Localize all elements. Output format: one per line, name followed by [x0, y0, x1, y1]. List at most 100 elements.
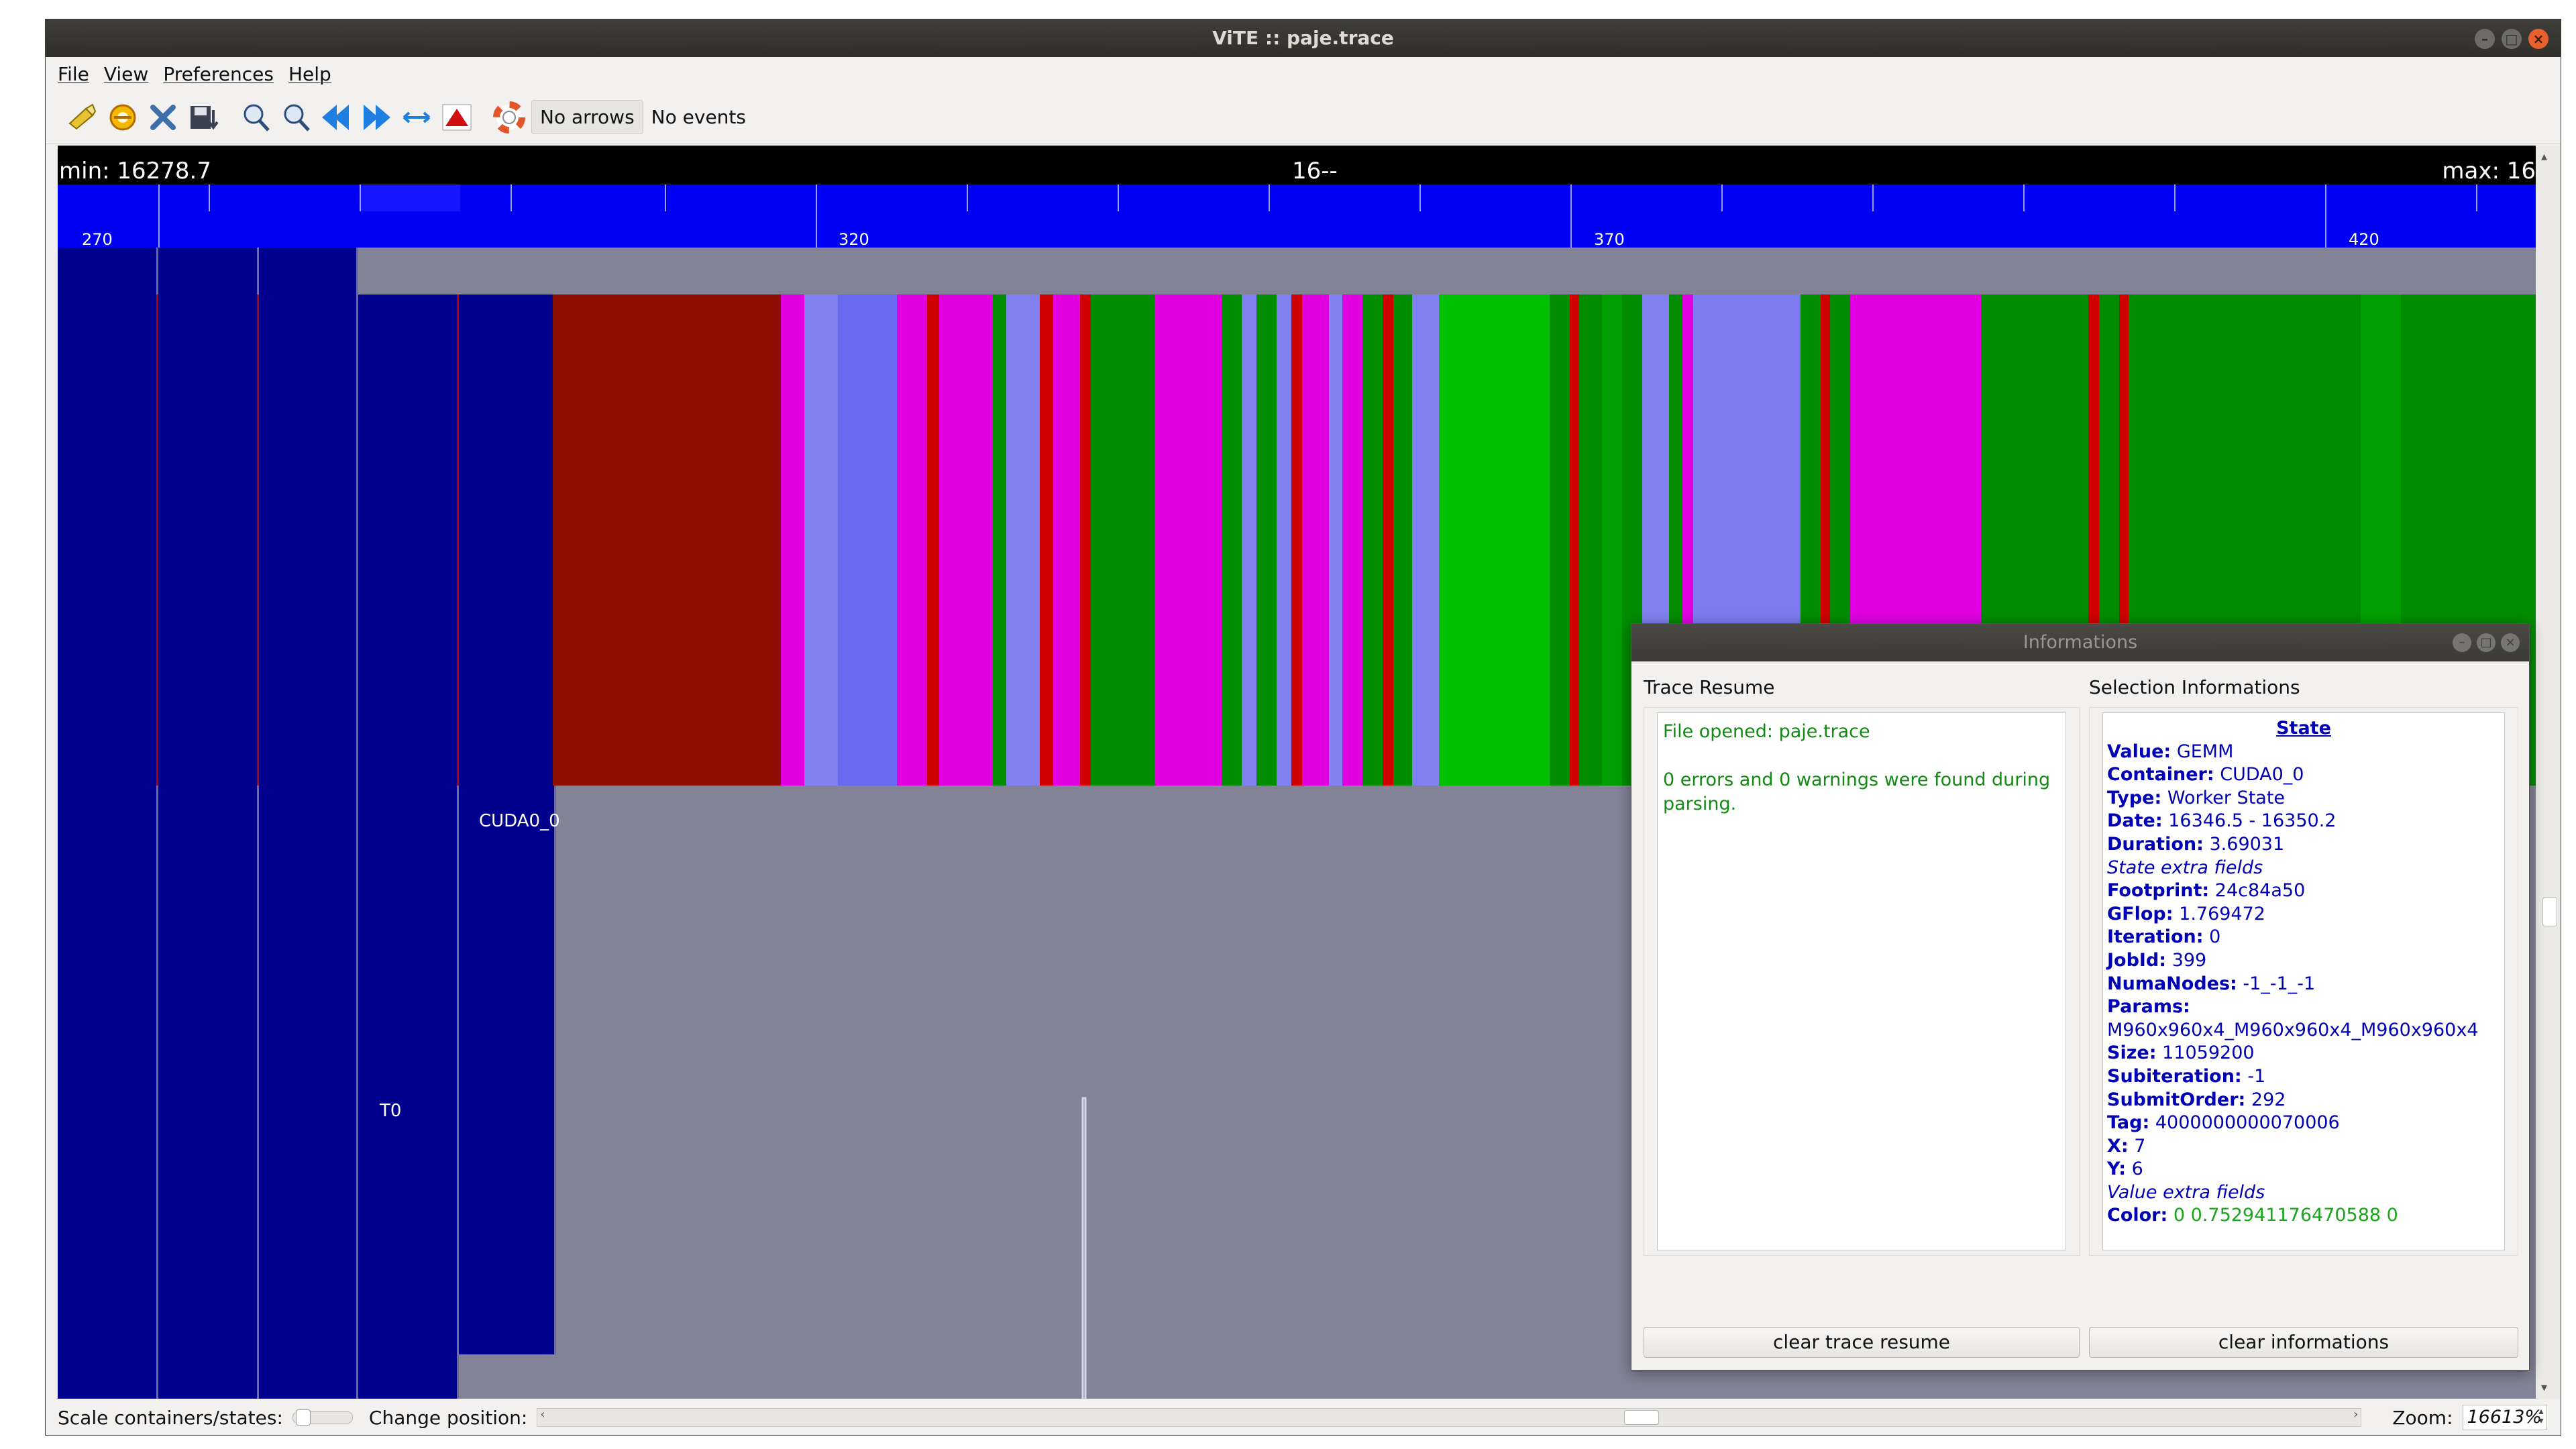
container-label-t0: T0 — [380, 1101, 402, 1121]
selection-info-header: Selection Informations — [2089, 676, 2300, 698]
sel-tag: 4000000000070006 — [2155, 1112, 2340, 1134]
dialog-close-icon[interactable]: × — [2501, 633, 2520, 652]
position-knob[interactable] — [1624, 1410, 1660, 1425]
state-block[interactable] — [1291, 294, 1302, 786]
state-block[interactable] — [1383, 294, 1393, 786]
reload-icon[interactable] — [105, 99, 141, 136]
state-block[interactable] — [1242, 294, 1256, 786]
container-column[interactable] — [58, 248, 158, 1399]
value-extra-fields: Value extra fields — [2107, 1181, 2265, 1203]
ruler-tick-270: 270 — [82, 230, 113, 248]
open-trace-icon[interactable] — [64, 99, 101, 136]
sel-x: 7 — [2134, 1135, 2146, 1157]
state-extra-fields: State extra fields — [2107, 857, 2263, 878]
goto-top-icon[interactable] — [439, 99, 475, 136]
close-window-icon[interactable]: × — [2528, 29, 2548, 49]
state-block[interactable] — [1155, 294, 1222, 786]
state-block[interactable] — [804, 294, 838, 786]
state-block[interactable] — [993, 294, 1006, 786]
state-block[interactable] — [927, 294, 939, 786]
help-icon[interactable] — [491, 99, 527, 136]
time-range-bar: min: 16278.7 16-- max: 16 — [58, 146, 2536, 184]
state-block[interactable] — [1362, 294, 1383, 786]
zoom-spinbox[interactable]: 16613% ▴ ▾ — [2462, 1405, 2547, 1430]
scale-slider[interactable] — [292, 1409, 353, 1426]
state-block[interactable] — [1302, 294, 1329, 786]
state-block[interactable] — [1091, 294, 1155, 786]
sel-jobid: 399 — [2171, 949, 2207, 971]
resume-warnings: 0 errors and 0 warnings were found durin… — [1663, 769, 2051, 814]
scroll-left-icon[interactable] — [318, 99, 354, 136]
container-t0[interactable]: T0 — [358, 294, 459, 1399]
scroll-right-icon[interactable] — [358, 99, 394, 136]
state-block[interactable] — [838, 294, 897, 786]
sel-y: 6 — [2131, 1159, 2143, 1180]
state-block[interactable] — [897, 294, 927, 786]
events-label[interactable]: No events — [643, 101, 754, 133]
state-border — [257, 294, 259, 786]
scrollbar-thumb[interactable] — [2542, 897, 2557, 926]
max-time-label: max: 16 — [2442, 158, 2536, 184]
menu-file[interactable]: File — [58, 63, 89, 85]
vertical-scrollbar[interactable]: ▴ ▾ — [2536, 146, 2560, 1399]
window-title: ViTE :: paje.trace — [1212, 27, 1394, 49]
sel-numanodes: -1_-1_-1 — [2243, 973, 2316, 994]
state-block[interactable] — [1080, 294, 1091, 786]
container-column[interactable] — [158, 248, 259, 1399]
state-block[interactable] — [939, 294, 993, 786]
maximize-icon[interactable]: □ — [2502, 29, 2522, 49]
dialog-maximize-icon[interactable]: □ — [2477, 633, 2496, 652]
state-block[interactable] — [1329, 294, 1342, 786]
arrows-toggle-button[interactable]: No arrows — [531, 100, 643, 134]
state-block[interactable] — [1412, 294, 1439, 786]
menu-bar: File View Preferences Help — [46, 57, 2561, 91]
dialog-minimize-icon[interactable]: – — [2453, 633, 2471, 652]
zoom-in-icon[interactable] — [237, 99, 274, 136]
state-block[interactable] — [1256, 294, 1277, 786]
scale-slider-knob[interactable] — [295, 1409, 311, 1426]
sel-type: Worker State — [2167, 787, 2286, 808]
sel-subiteration: -1 — [2247, 1065, 2266, 1087]
state-block[interactable] — [553, 294, 781, 786]
center-time-label: 16-- — [1292, 158, 1338, 184]
state-block[interactable] — [1439, 294, 1550, 786]
state-block[interactable] — [1222, 294, 1242, 786]
state-block[interactable] — [1277, 294, 1291, 786]
state-block[interactable] — [1550, 294, 1570, 786]
trace-resume-header: Trace Resume — [1644, 676, 1775, 698]
state-block[interactable] — [1006, 294, 1040, 786]
container-column[interactable] — [259, 248, 358, 1399]
state-block[interactable] — [1053, 294, 1080, 786]
sel-footprint: 24c84a50 — [2214, 880, 2306, 902]
trace-resume-text[interactable]: File opened: paje.trace 0 errors and 0 w… — [1657, 712, 2066, 1250]
menu-preferences[interactable]: Preferences — [163, 63, 274, 85]
scale-label: Scale containers/states: — [58, 1406, 283, 1429]
zoom-spin-arrows[interactable]: ▴ ▾ — [2538, 1407, 2543, 1426]
clear-trace-resume-button[interactable]: clear trace resume — [1644, 1327, 2080, 1358]
ruler-tick-320: 320 — [839, 230, 869, 248]
sel-size: 11059200 — [2162, 1042, 2255, 1064]
zoom-out-icon[interactable] — [278, 99, 314, 136]
minimize-icon[interactable]: – — [2475, 29, 2495, 49]
state-block[interactable] — [1602, 294, 1622, 786]
sel-submitorder: 292 — [2251, 1089, 2286, 1110]
clear-informations-button[interactable]: clear informations — [2089, 1327, 2518, 1358]
fit-width-icon[interactable] — [398, 99, 435, 136]
sel-duration: 3.69031 — [2209, 833, 2285, 855]
state-block[interactable] — [1393, 294, 1412, 786]
state-block[interactable] — [781, 294, 804, 786]
resume-file-opened: File opened: paje.trace — [1663, 721, 1870, 742]
export-icon[interactable] — [185, 99, 221, 136]
state-block[interactable] — [1040, 294, 1053, 786]
state-block[interactable] — [1579, 294, 1602, 786]
state-block[interactable] — [1570, 294, 1579, 786]
vite-window: ViTE :: paje.trace – □ × File View Prefe… — [45, 19, 2561, 1436]
menu-view[interactable]: View — [104, 63, 148, 85]
menu-help[interactable]: Help — [288, 63, 331, 85]
sel-gflop: 1.769472 — [2179, 903, 2265, 924]
time-ruler: 270 320 370 420 — [58, 184, 2536, 248]
close-trace-icon[interactable] — [145, 99, 181, 136]
position-scrollbar[interactable]: ‹ › — [537, 1407, 2362, 1427]
selection-info-text[interactable]: State Value: GEMM Container: CUDA0_0 Typ… — [2102, 712, 2505, 1250]
state-block[interactable] — [1342, 294, 1362, 786]
